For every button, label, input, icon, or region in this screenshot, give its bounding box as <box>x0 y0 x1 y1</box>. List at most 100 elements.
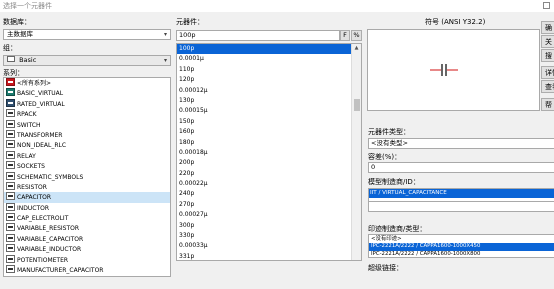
close-button[interactable]: 关 <box>541 35 554 48</box>
group-value: Basic <box>19 56 37 64</box>
series-item-label: BASIC_VIRTUAL <box>17 90 64 98</box>
series-item[interactable]: RELAY <box>4 150 170 161</box>
component-item[interactable]: 0.00015µ <box>177 106 353 116</box>
rpack-icon <box>6 109 15 118</box>
series-item[interactable]: RPACK <box>4 109 170 119</box>
component-item[interactable]: 160p <box>177 127 353 137</box>
model-mfr-list-blank <box>368 202 554 212</box>
series-item[interactable]: BASIC_VIRTUAL <box>4 88 170 98</box>
series-item[interactable]: SOCKETS <box>4 161 170 171</box>
database-value: 主数据库 <box>7 30 33 38</box>
filter-f-button[interactable]: F <box>340 30 350 41</box>
series-item-label: SWITCH <box>17 121 41 129</box>
component-item[interactable]: 0.00018µ <box>177 148 353 158</box>
variable-capacitor-icon <box>6 233 15 242</box>
series-item[interactable]: CAP_ELECTROLIT <box>4 213 170 223</box>
footprint-item[interactable]: <没有印迹> <box>369 236 554 243</box>
switch-icon <box>6 119 15 128</box>
non-ideal-rlc-icon <box>6 140 15 149</box>
variable-resistor-icon <box>6 223 15 232</box>
model-mfr-list[interactable]: IIT / VIRTUAL_CAPACITANCE <box>368 188 554 202</box>
symbol-preview <box>367 29 540 111</box>
component-item[interactable]: 0.00027µ <box>177 210 353 220</box>
scroll-up-icon[interactable]: ▲ <box>352 44 361 52</box>
component-item[interactable]: 220p <box>177 169 353 179</box>
series-item[interactable]: CAPACITOR <box>4 192 170 203</box>
model-mfr-item[interactable]: IIT / VIRTUAL_CAPACITANCE <box>369 189 554 198</box>
scroll-thumb[interactable] <box>354 99 360 111</box>
series-item-label: RELAY <box>17 152 36 160</box>
tolerance-label: 容差(%)： <box>368 153 402 161</box>
window-control-button[interactable] <box>543 2 550 9</box>
series-item-label: INDUCTOR <box>17 204 50 212</box>
component-list[interactable]: 100p 0.0001µ 110p 120p 0.00012µ 130p 0.00015µ 1… <box>176 43 362 261</box>
series-item-label: RPACK <box>17 111 37 119</box>
basic-group-icon <box>7 56 15 62</box>
component-item[interactable]: 0.00033µ <box>177 241 353 251</box>
series-item[interactable]: SWITCH <box>4 119 170 130</box>
component-item[interactable]: 180p <box>177 138 353 148</box>
component-item[interactable]: 150p <box>177 117 353 127</box>
series-item[interactable]: VARIABLE_CAPACITOR <box>4 233 170 244</box>
series-item[interactable]: SCHEMATIC_SYMBOLS <box>4 171 170 182</box>
window-title: 选择一个元器件 <box>3 2 52 10</box>
series-item[interactable]: VARIABLE_RESISTOR <box>4 223 170 233</box>
component-item[interactable]: 100p <box>177 44 353 55</box>
symbol-label: 符号 (ANSI Y32.2) <box>425 18 486 26</box>
manufacturer-capacitor-icon <box>6 265 15 274</box>
potentiometer-icon <box>6 254 15 263</box>
footprint-item[interactable]: IPC-2221A/2222 / CAPPA1600-1000X800 <box>369 251 554 257</box>
series-item-label: CAPACITOR <box>17 194 52 202</box>
component-list-scrollbar[interactable]: ▲ <box>351 44 361 260</box>
component-item[interactable]: 270p <box>177 200 353 210</box>
series-item-label: CAP_ELECTROLIT <box>17 215 69 223</box>
component-item[interactable]: 110p <box>177 65 353 75</box>
series-item[interactable]: RATED_VIRTUAL <box>4 98 170 109</box>
series-item[interactable]: POTENTIOMETER <box>4 254 170 265</box>
series-item-label: SCHEMATIC_SYMBOLS <box>17 173 84 181</box>
database-label: 数据库： <box>3 18 31 26</box>
relay-icon <box>6 150 15 159</box>
component-item[interactable]: 200p <box>177 158 353 168</box>
series-item-label: RATED_VIRTUAL <box>17 100 65 108</box>
hyperlink-label: 超级链接： <box>368 264 403 272</box>
cap-electrolit-icon <box>6 213 15 222</box>
series-list[interactable]: <所有系列> BASIC_VIRTUAL RATED_VIRTUAL RPACK SWI… <box>3 77 171 277</box>
component-item[interactable]: 300p <box>177 221 353 231</box>
view-button[interactable]: 查看 <box>541 80 554 93</box>
filter-percent-button[interactable]: % <box>351 30 362 41</box>
series-item[interactable]: RESISTOR <box>4 181 170 192</box>
series-item[interactable]: INDUCTOR <box>4 202 170 213</box>
help-button[interactable]: 帮 <box>541 98 554 111</box>
series-item-label: VARIABLE_CAPACITOR <box>17 235 84 243</box>
series-item[interactable]: MANUFACTURER_CAPACITOR <box>4 265 170 275</box>
component-item[interactable]: 330p <box>177 231 353 241</box>
component-type-select[interactable]: <没有类型> <box>368 138 554 149</box>
series-item[interactable]: <所有系列> <box>4 78 170 88</box>
component-item[interactable]: 331p <box>177 252 353 260</box>
ok-button[interactable]: 确 <box>541 21 554 34</box>
series-item-label: MANUFACTURER_CAPACITOR <box>17 267 104 275</box>
series-item-label: NON_IDEAL_RLC <box>17 142 67 150</box>
inductor-icon <box>6 202 15 211</box>
tolerance-input[interactable]: 0 <box>368 162 554 173</box>
footprint-list[interactable]: <没有印迹> IPC-2221A/2222 / CAPPA1600-1000X45… <box>368 234 554 258</box>
series-item[interactable]: VARIABLE_INDUCTOR <box>4 244 170 254</box>
database-select[interactable]: 主数据库 ▾ <box>3 29 171 40</box>
series-item[interactable]: TRANSFORMER <box>4 129 170 140</box>
series-item[interactable]: NON_IDEAL_RLC <box>4 140 170 150</box>
series-item-label: TRANSFORMER <box>17 131 63 139</box>
details-button[interactable]: 详情 <box>541 66 554 79</box>
footprint-item[interactable]: IPC-2221A/2222 / CAPPA1600-1000X450 <box>369 243 554 251</box>
component-item[interactable]: 120p <box>177 75 353 85</box>
group-select[interactable]: Basic ▾ <box>3 55 171 66</box>
component-search-input[interactable]: 100p <box>176 30 340 41</box>
rated-virtual-icon <box>6 98 15 107</box>
group-label: 组： <box>3 44 17 52</box>
component-item[interactable]: 0.00022µ <box>177 179 353 189</box>
component-item[interactable]: 240p <box>177 189 353 199</box>
component-item[interactable]: 0.0001µ <box>177 54 353 64</box>
component-item[interactable]: 0.00012µ <box>177 86 353 96</box>
component-item[interactable]: 130p <box>177 96 353 106</box>
search-button[interactable]: 搜 <box>541 49 554 62</box>
